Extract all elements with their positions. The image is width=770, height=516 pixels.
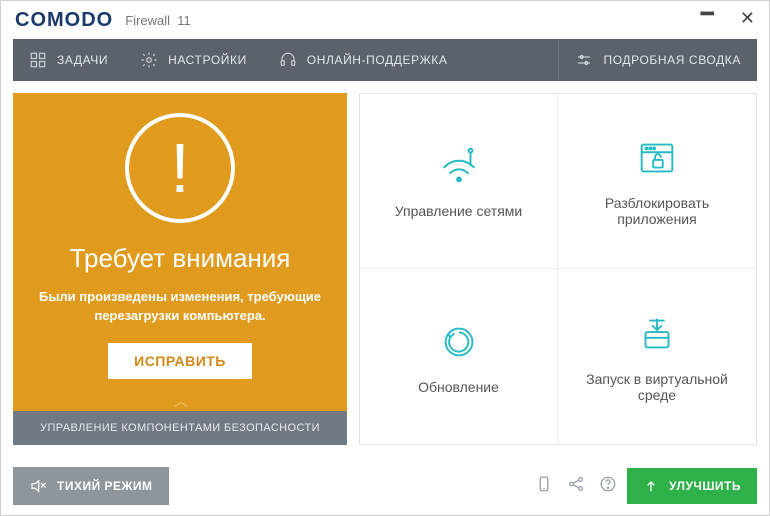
detail-label: ПОДРОБНАЯ СВОДКА [603,53,741,67]
help-icon[interactable] [599,475,617,498]
content-area: ! Требует внимания Были произведены изме… [1,81,769,457]
headset-icon [279,51,297,69]
warning-icon: ! [125,113,235,223]
expand-chevron-icon[interactable]: ︿ [13,391,347,411]
update-icon [436,319,482,365]
detail-view-button[interactable]: ПОДРОБНАЯ СВОДКА [558,39,757,81]
bottom-bar: ТИХИЙ РЕЖИМ УЛУЧШИТЬ [13,467,757,505]
tile-label: Управление сетями [395,203,522,219]
upgrade-button[interactable]: УЛУЧШИТЬ [627,468,757,504]
tile-label: Обновление [418,379,499,395]
main-toolbar: ЗАДАЧИ НАСТРОЙКИ ОНЛАЙН-ПОДДЕРЖКА ПОДРОБ… [13,39,757,81]
manage-components-button[interactable]: УПРАВЛЕНИЕ КОМПОНЕНТАМИ БЕЗОПАСНОСТИ [13,411,347,445]
close-button[interactable]: ✕ [740,9,755,31]
quiet-mode-button[interactable]: ТИХИЙ РЕЖИМ [13,467,169,505]
brand-logo: COMODO [15,9,113,32]
support-button[interactable]: ОНЛАЙН-ПОДДЕРЖКА [263,39,464,81]
wifi-icon [436,143,482,189]
tasks-label: ЗАДАЧИ [57,53,108,67]
mute-icon [29,477,47,495]
support-label: ОНЛАЙН-ПОДДЕРЖКА [307,53,448,67]
tile-update[interactable]: Обновление [360,269,558,444]
footer-icons [535,475,617,498]
product-name: Firewall 11 [125,13,191,28]
title-bar: COMODO Firewall 11 ━ ✕ [1,1,769,39]
settings-label: НАСТРОЙКИ [168,53,247,67]
status-description: Были произведены изменения, требующие пе… [31,288,329,324]
tasks-button[interactable]: ЗАДАЧИ [13,39,124,81]
gear-icon [140,51,158,69]
mobile-icon[interactable] [535,475,553,498]
status-card: ! Требует внимания Были произведены изме… [13,93,347,445]
tile-unblock-apps[interactable]: Разблокировать приложения [558,94,756,269]
status-heading: Требует внимания [70,243,291,274]
tile-label: Разблокировать приложения [568,195,746,227]
unblock-icon [634,135,680,181]
upgrade-label: УЛУЧШИТЬ [669,479,741,493]
sliders-icon [575,51,593,69]
settings-button[interactable]: НАСТРОЙКИ [124,39,263,81]
tile-label: Запуск в виртуальной среде [568,371,746,403]
minimize-button[interactable]: ━ [701,3,714,25]
upgrade-icon [643,478,659,494]
quick-actions-grid: Управление сетями Разблокировать приложе… [359,93,757,445]
quiet-mode-label: ТИХИЙ РЕЖИМ [57,479,153,493]
fix-button[interactable]: ИСПРАВИТЬ [108,343,252,379]
tile-virtual-run[interactable]: Запуск в виртуальной среде [558,269,756,444]
tile-network-management[interactable]: Управление сетями [360,94,558,269]
share-icon[interactable] [567,475,585,498]
tasks-icon [29,51,47,69]
sandbox-icon [634,311,680,357]
